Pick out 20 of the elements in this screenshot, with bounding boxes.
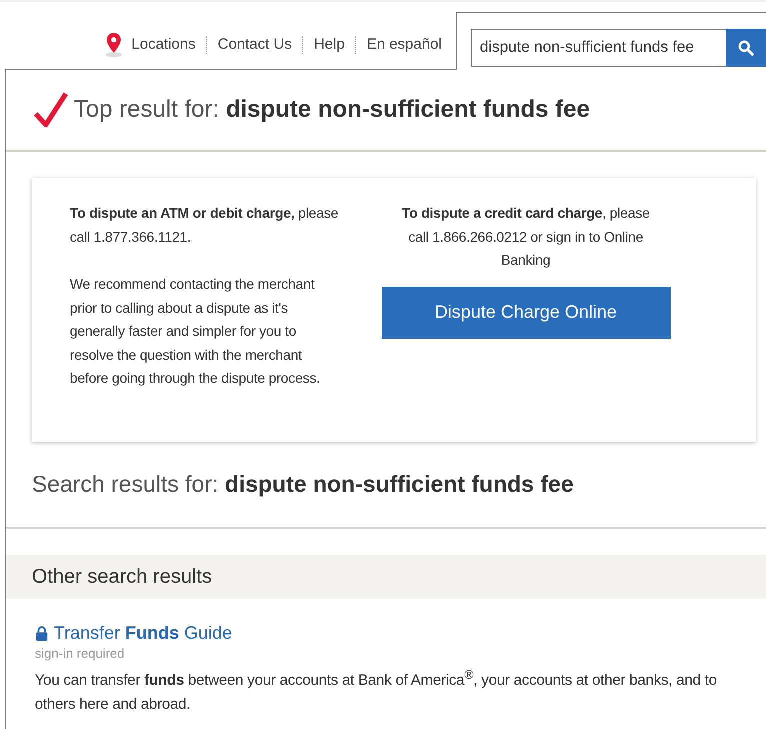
top-result-heading: Top result for: dispute non-sufficient funds fee [74, 96, 590, 124]
search-field[interactable]: dispute non-sufficient funds fee [471, 28, 726, 66]
search-icon [738, 40, 754, 56]
card-paragraph: We recommend contacting the merchant prior to calling about a dispute as it's generally faster and simpler for you to resolve the question with the merchant before going through the dispute process. [70, 275, 322, 388]
nav-link[interactable]: En español [366, 36, 442, 53]
nav-link[interactable]: Help [314, 36, 345, 53]
nav-link[interactable]: Locations [132, 36, 196, 53]
card-paragraph: To dispute a credit card charge, please call 1.866.266.0212 or sign in to Online Banking [401, 204, 651, 270]
result-snippet: You can transfer funds between your accounts at Bank of America$^{®}$, your accounts at other banks, and to others here and abroad. [35, 667, 718, 714]
lock-icon [35, 626, 49, 641]
card-paragraph: To dispute an ATM or debit charge, please call 1.877.366.1121. [70, 204, 340, 246]
checkmark-icon [34, 92, 68, 128]
dispute-charge-button[interactable]: Dispute Charge Online [382, 286, 670, 338]
location-pin-icon [104, 32, 124, 58]
result-link[interactable]: Transfer Funds Guide [54, 623, 232, 644]
result-note: sign-in required [35, 646, 126, 661]
search-button[interactable] [726, 28, 766, 66]
nav-link[interactable]: Contact Us [218, 36, 292, 53]
section-heading: Other search results [32, 566, 212, 588]
search-results-heading: Search results for: dispute non-sufficient funds fee [32, 471, 574, 498]
